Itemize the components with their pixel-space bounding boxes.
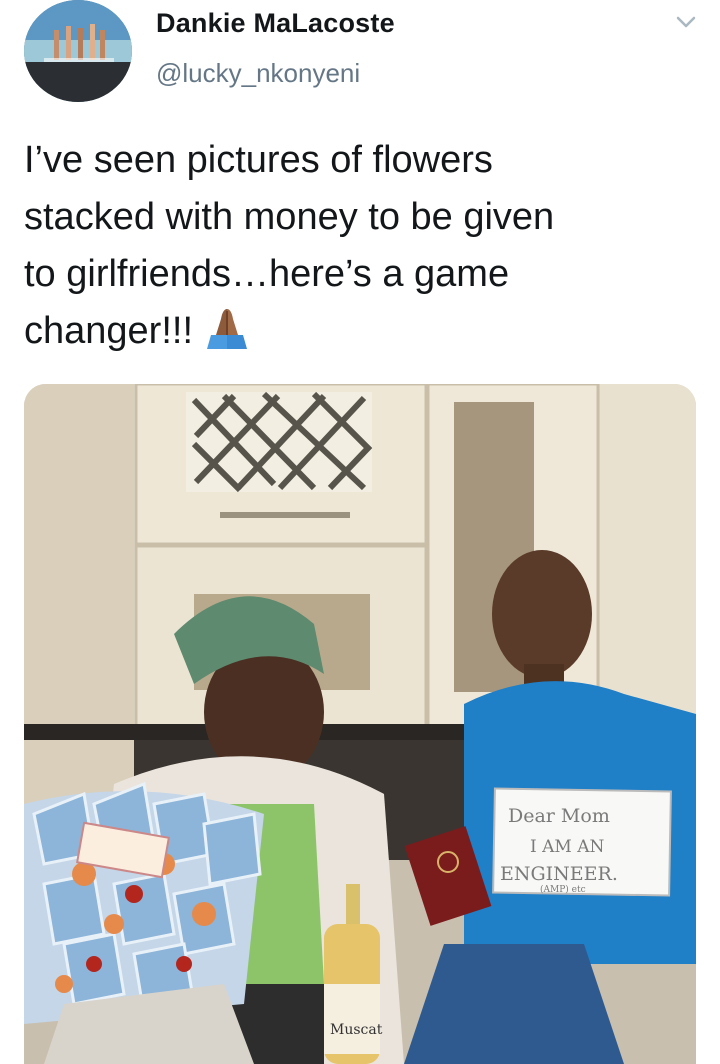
tweet-text-line: to girlfriends…here’s a game [24,253,510,295]
avatar[interactable] [24,0,132,102]
tweet-text-tail: changer!!! [24,310,193,352]
tweet-text: I’ve seen pictures of flowers stacked wi… [24,132,684,368]
sign-line: (AMP) etc [540,884,586,895]
sign-line: Dear Mom [508,805,610,827]
bottle-label: Muscat [330,1022,383,1038]
tweet-text-line: stacked with money to be given [24,196,555,238]
folded-hands-icon [203,305,251,368]
tweet-photo[interactable]: Dear Mom I AM AN ENGINEER. (AMP) etc Mus… [24,384,696,1064]
display-name[interactable]: Dankie MaLacoste [156,8,395,39]
sign-line: ENGINEER. [500,863,618,885]
chevron-down-icon[interactable] [670,8,702,36]
tweet-card: Dankie MaLacoste @lucky_nkonyeni I’ve se… [0,0,720,1064]
user-handle[interactable]: @lucky_nkonyeni [156,58,360,89]
sign-line: I AM AN [530,837,604,857]
tweet-text-line: I’ve seen pictures of flowers [24,139,493,181]
tweet-text-line: changer!!! [24,303,684,368]
